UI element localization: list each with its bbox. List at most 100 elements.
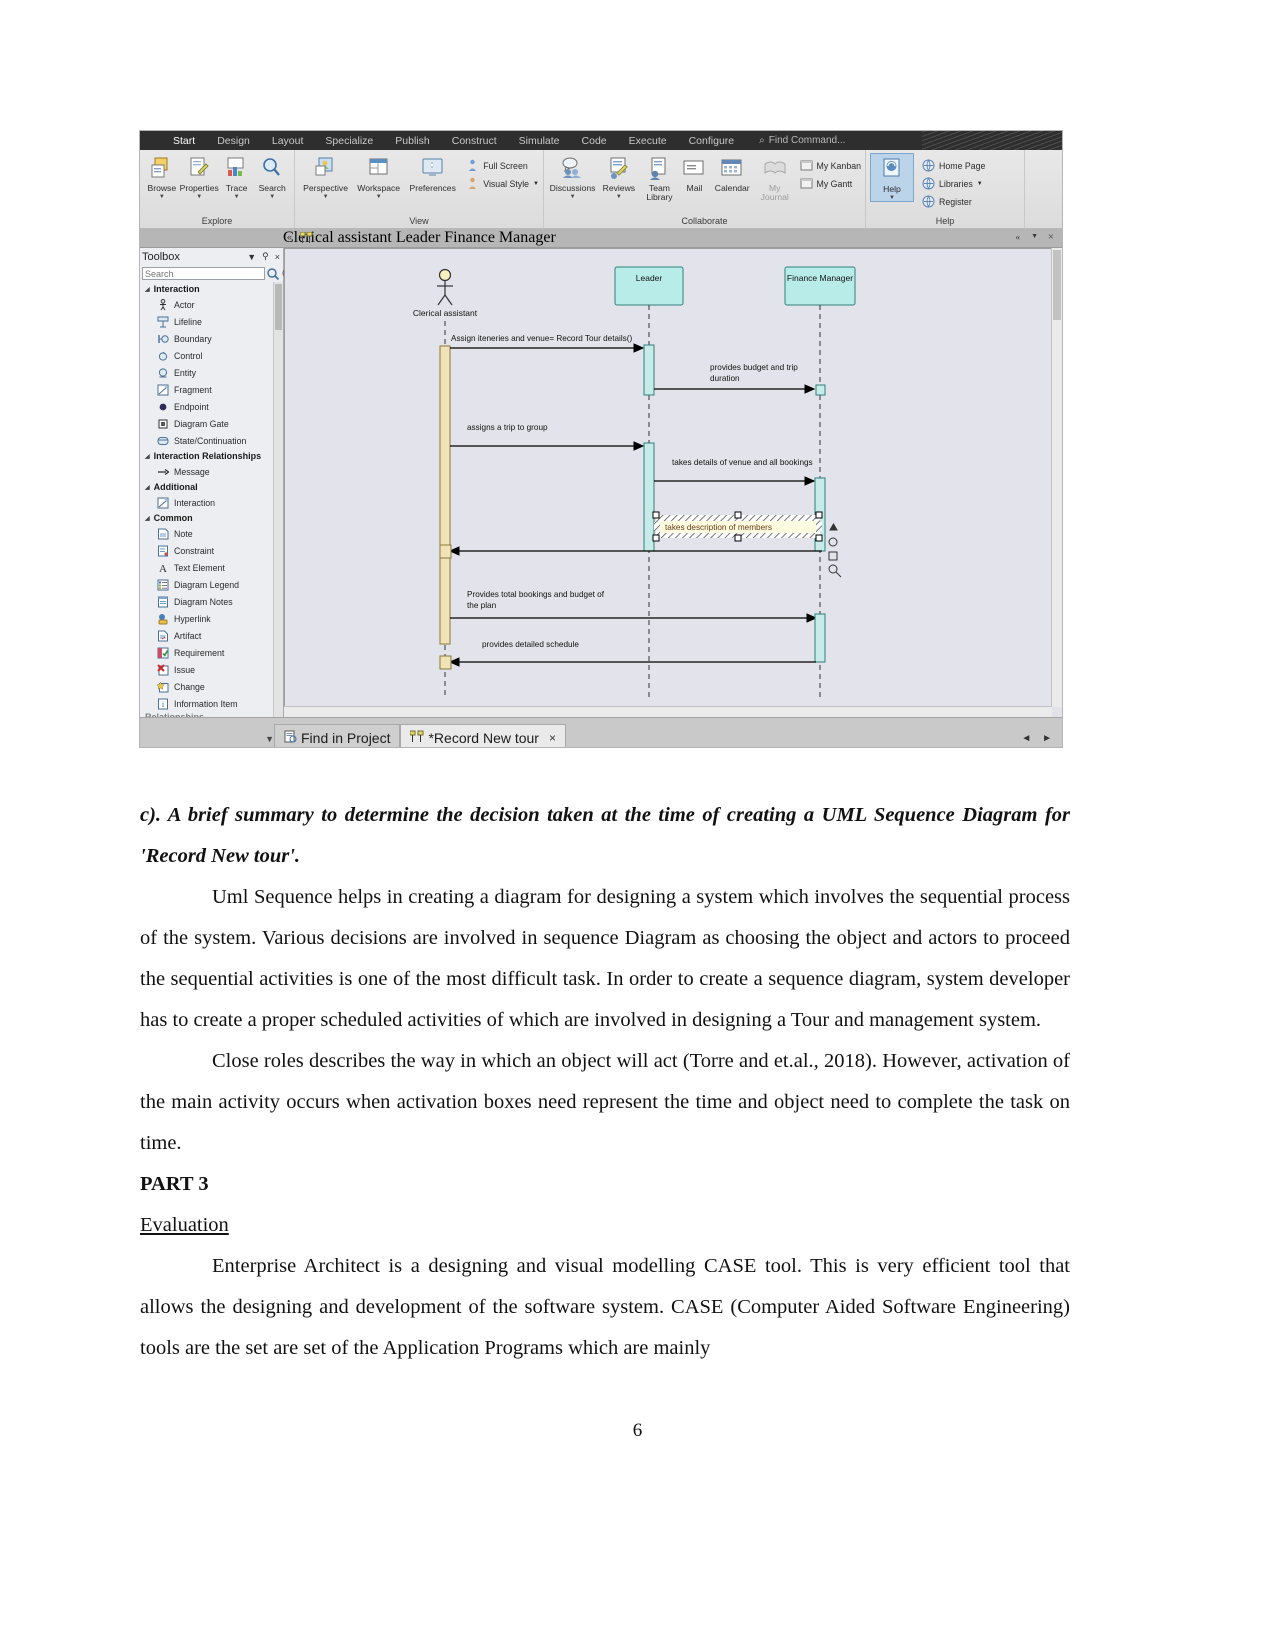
chevron-down-icon[interactable]: ◢ [145,515,150,522]
toolbox-item-message[interactable]: Message [140,463,283,480]
tab-nav-arrows[interactable]: ◄ ► [1021,733,1056,744]
toolbox-item-hyperlink[interactable]: Hyperlink [140,610,283,627]
toolbox-item-diagram-legend[interactable]: Diagram Legend [140,576,283,593]
tab-find-in-project[interactable]: Find in Project [274,724,401,747]
toolbox-group-additional[interactable]: ◢ Additional [140,480,283,494]
canvas-vertical-scrollbar[interactable] [1051,248,1062,707]
toolbox-item-artifact[interactable]: Artifact [140,627,283,644]
toolbox-search-input[interactable] [142,267,265,280]
scrollbar-thumb[interactable] [275,284,282,330]
toolbox-scroll-down-icon[interactable]: ▼ [265,734,274,744]
ribbon-tab-construct[interactable]: Construct [441,135,508,147]
trace-button[interactable]: Trace ▼ [219,153,255,200]
reviews-button[interactable]: Reviews ▼ [597,153,640,200]
my-kanban-button[interactable]: My Kanban [800,159,861,172]
ribbon-tab-execute[interactable]: Execute [618,135,678,147]
chevron-down-icon[interactable]: ▼ [570,194,576,200]
ribbon-tab-configure[interactable]: Configure [678,135,746,147]
browse-button[interactable]: Browse ▼ [144,153,180,200]
activation-actor[interactable] [439,345,451,645]
toolbox-scrollbar[interactable] [273,282,283,717]
help-button[interactable]: Help ▼ [870,153,914,203]
find-command-box[interactable]: ⌕ Find Command... [759,135,845,146]
chevron-down-icon[interactable]: ▼ [376,194,382,200]
toolbox-item-change[interactable]: Change [140,678,283,695]
chevron-down-icon[interactable]: ▼ [616,194,622,200]
chevron-down-icon[interactable]: ▼ [323,194,329,200]
chevron-down-icon[interactable]: ▼ [533,181,539,187]
properties-button[interactable]: Properties ▼ [180,153,219,200]
my-gantt-button[interactable]: My Gantt [800,177,862,190]
toolbox-item-endpoint[interactable]: Endpoint [140,398,283,415]
toolbox-item-constraint[interactable]: Constraint [140,542,283,559]
chevron-down-icon[interactable]: ◢ [145,453,150,460]
toolbox-item-interaction[interactable]: Interaction [140,494,283,511]
search-button[interactable]: Search ▼ [254,153,290,200]
chevron-down-icon[interactable]: ▼ [889,195,895,201]
toolbox-item-diagram-notes[interactable]: Diagram Notes [140,593,283,610]
mail-button[interactable]: Mail [678,153,710,193]
chevron-down-icon[interactable]: ▼ [159,194,165,200]
discussions-button[interactable]: Discussions ▼ [548,153,597,200]
chevron-down-icon[interactable]: ◢ [145,286,150,293]
toolbox-item-control[interactable]: Control [140,347,283,364]
chevron-down-icon[interactable]: ◢ [145,484,150,491]
ribbon-tab-code[interactable]: Code [571,135,618,147]
toolbox-dropdown-icon[interactable]: ▼ [244,252,259,262]
selected-message-takes-description-of-members[interactable]: takes description of members [652,511,823,542]
chevron-down-icon[interactable]: ▼ [977,181,983,187]
toolbox-item-information-item[interactable]: i Information Item [140,695,283,712]
canvas-horizontal-scrollbar[interactable] [284,706,1052,717]
toolbox-item-actor[interactable]: Actor [140,296,283,313]
lifeline-leader[interactable]: Leader [614,266,684,306]
toolbox-item-text-element[interactable]: A Text Element [140,559,283,576]
ribbon-tab-simulate[interactable]: Simulate [508,135,571,147]
close-icon[interactable]: × [272,252,283,262]
calendar-button[interactable]: Calendar [710,153,753,193]
ribbon-tab-specialize[interactable]: Specialize [314,135,384,147]
ribbon-tab-design[interactable]: Design [206,135,261,147]
team-library-button[interactable]: Team Library [641,153,679,202]
activation-leader-1[interactable] [643,344,655,396]
register-button[interactable]: Register [922,195,985,208]
toolbox-group-common[interactable]: ◢ Common [140,511,283,525]
ribbon-tab-start[interactable]: Start [162,135,206,147]
activation-actor-end[interactable] [439,655,452,670]
toolbox-item-requirement[interactable]: Requirement [140,644,283,661]
close-icon[interactable]: × [549,731,556,745]
collapse-left-icon[interactable]: « [287,232,292,242]
toolbox-group-interaction-relationships[interactable]: ◢ Interaction Relationships [140,449,283,463]
home-page-button[interactable]: Home Page [922,159,985,172]
tab-record-new-tour[interactable]: *Record New tour × [400,724,566,747]
my-journal-button[interactable]: My Journal [754,153,796,202]
ribbon-tab-layout[interactable]: Layout [261,135,315,147]
ribbon-tab-publish[interactable]: Publish [384,135,440,147]
toolbox-item-issue[interactable]: Issue [140,661,283,678]
activation-finance-1[interactable] [815,384,826,396]
toolbox-item-state-continuation[interactable]: State/Continuation [140,432,283,449]
quick-link-handles[interactable] [828,523,842,578]
toolbox-item-fragment[interactable]: Fragment [140,381,283,398]
perspective-button[interactable]: Perspective ▼ [299,153,352,200]
diagram-canvas[interactable]: Clerical assistant Leader Finance Manage… [284,248,1052,707]
search-icon[interactable] [266,267,280,281]
scrollbar-thumb[interactable] [1053,250,1061,320]
collapse-right-icon[interactable]: « [1016,232,1021,242]
chevron-down-icon[interactable]: ▼ [196,194,202,200]
toolbox-item-boundary[interactable]: Boundary [140,330,283,347]
close-icon[interactable]: × [1048,231,1054,243]
toolbox-item-note[interactable]: Note [140,525,283,542]
dropdown-icon[interactable]: ▼ [1031,232,1038,240]
workspace-button[interactable]: Workspace ▼ [352,153,405,200]
toolbox-item-entity[interactable]: Entity [140,364,283,381]
preferences-button[interactable]: Preferences [405,153,460,193]
full-screen-button[interactable]: Full Screen [466,159,539,172]
chevron-down-icon[interactable]: ▼ [234,194,240,200]
activation-actor-return[interactable] [439,544,452,559]
actor-clerical-assistant[interactable]: Clerical assistant [413,268,478,319]
activation-finance-3[interactable] [814,613,826,663]
toolbox-group-interaction[interactable]: ◢ Interaction [140,282,283,296]
chevron-down-icon[interactable]: ▼ [269,194,275,200]
toolbox-item-lifeline[interactable]: Lifeline [140,313,283,330]
pin-icon[interactable]: ⚲ [259,251,272,262]
